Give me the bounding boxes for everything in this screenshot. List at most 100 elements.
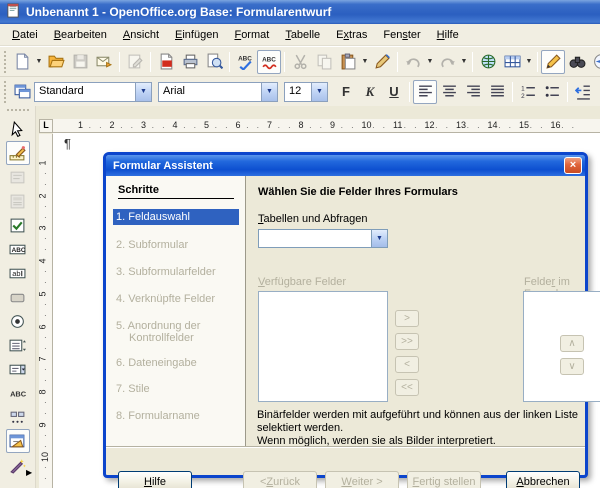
design-mode-icon[interactable] [541, 50, 565, 74]
new-document-icon[interactable] [10, 50, 34, 74]
toolbar-grip[interactable] [4, 51, 6, 73]
available-fields-list[interactable] [258, 291, 388, 402]
increase-indent-icon[interactable] [595, 80, 600, 104]
menu-bearbeiten[interactable]: Bearbeiten [46, 26, 115, 44]
select-icon[interactable] [6, 117, 30, 141]
ruler-number: 4 [173, 120, 178, 130]
ruler-number: 1 [78, 120, 83, 130]
menu-datei[interactable]: Datei [4, 26, 46, 44]
align-right-icon[interactable] [461, 80, 485, 104]
paste-dropdown-icon[interactable]: ▼ [360, 50, 370, 74]
align-center-icon[interactable] [437, 80, 461, 104]
paragraph-style-combo[interactable]: Standard ▼ [34, 82, 152, 102]
export-pdf-icon[interactable] [154, 50, 178, 74]
binary-fields-note: Binärfelder werden mit aufgeführt und kö… [257, 409, 593, 448]
menu-hilfe[interactable]: Hilfe [429, 26, 467, 44]
decrease-indent-icon[interactable] [571, 80, 595, 104]
insert-table-dropdown-icon[interactable]: ▼ [524, 50, 534, 74]
wizard-step-5[interactable]: 5. Anordnung der Kontrollfelder [113, 318, 239, 346]
menu-format[interactable]: Format [226, 26, 277, 44]
paragraph-style-value[interactable]: Standard [35, 83, 135, 101]
wizard-step-7[interactable]: 7. Stile [113, 381, 239, 397]
open-document-icon[interactable] [44, 50, 68, 74]
wizard-step-1[interactable]: 1. Feldauswahl [113, 209, 239, 225]
list-box-icon[interactable] [6, 333, 30, 357]
more-controls-icon[interactable] [6, 405, 30, 429]
ruler-number: 4 [39, 259, 48, 264]
wizard-step-4[interactable]: 4. Verknüpfte Felder [113, 291, 239, 307]
back-button: < Zurück [243, 471, 317, 488]
formatting-toolbar: Standard ▼ Arial ▼ 12 ▼ FKU12A [0, 76, 600, 106]
close-icon[interactable]: × [564, 157, 582, 174]
print-file-icon[interactable] [178, 50, 202, 74]
page-preview-icon[interactable] [202, 50, 226, 74]
toolbar-separator [229, 52, 230, 72]
insert-table-icon[interactable] [500, 50, 524, 74]
navigator-icon[interactable] [589, 50, 600, 74]
menu-fenster[interactable]: Fenster [375, 26, 428, 44]
ruler-number: 9 [39, 422, 48, 427]
tables-and-queries-combo[interactable]: ▼ [258, 229, 388, 248]
autospellcheck-icon[interactable]: ABC [257, 50, 281, 74]
paste-icon[interactable] [336, 50, 360, 74]
font-name-value[interactable]: Arial [159, 83, 261, 101]
dialog-title: Formular Assistent [113, 160, 564, 172]
ruler-number: 5 [39, 291, 48, 296]
font-size-value[interactable]: 12 [285, 83, 311, 101]
check-box-icon[interactable] [6, 213, 30, 237]
align-left-icon[interactable] [413, 80, 437, 104]
move-up-button: ∧ [560, 335, 584, 352]
italic[interactable]: K [358, 80, 382, 104]
toolbar-grip[interactable] [4, 81, 6, 103]
menu-extras[interactable]: Extras [328, 26, 375, 44]
finish-button: Fertig stellen [407, 471, 481, 488]
menu-tabelle[interactable]: Tabelle [277, 26, 328, 44]
tab-stop-selector[interactable]: L [39, 119, 53, 133]
bullet-list-icon[interactable] [540, 80, 564, 104]
text-box-icon[interactable]: ab [6, 261, 30, 285]
chevron-down-icon[interactable]: ▼ [311, 83, 327, 101]
vertical-ruler[interactable]: 1··2··3··4··5··6··7··8··9··10·· [39, 134, 53, 488]
format-paintbrush-icon[interactable] [370, 50, 394, 74]
chevron-down-icon[interactable]: ▼ [135, 83, 151, 101]
dialog-body: Schritte 1. Feldauswahl2. Subformular3. … [106, 176, 585, 475]
design-mode-toggle-icon[interactable] [6, 141, 30, 165]
form-design-icon[interactable] [6, 429, 30, 453]
label-field-icon[interactable]: ABC [6, 237, 30, 261]
wizard-step-2[interactable]: 2. Subformular [113, 237, 239, 253]
styles-icon[interactable] [10, 80, 34, 104]
menu-ansicht[interactable]: Ansicht [115, 26, 167, 44]
text-field-icon[interactable]: ABC [6, 381, 30, 405]
push-button-icon[interactable] [6, 285, 30, 309]
toolbar-separator [472, 52, 473, 72]
font-name-combo[interactable]: Arial ▼ [158, 82, 278, 102]
wizard-step-6[interactable]: 6. Dateneingabe [113, 355, 239, 371]
find-replace-icon[interactable] [565, 50, 589, 74]
move-all-right-button: >> [395, 333, 419, 350]
numbered-list-icon[interactable]: 12 [516, 80, 540, 104]
menu-einfgen[interactable]: Einfügen [167, 26, 226, 44]
dialog-title-bar[interactable]: Formular Assistent × [106, 155, 585, 176]
copy-icon [312, 50, 336, 74]
underline[interactable]: U [382, 80, 406, 104]
horizontal-ruler[interactable]: 1··2··3··4··5··6··7··8··9··10··11··12··1… [53, 119, 600, 133]
combo-box-icon[interactable] [6, 357, 30, 381]
wizard-step-8[interactable]: 8. Formularname [113, 408, 239, 424]
toolbar-separator [512, 82, 513, 102]
font-size-combo[interactable]: 12 ▼ [284, 82, 328, 102]
hyperlink-icon[interactable] [476, 50, 500, 74]
align-justify-icon[interactable] [485, 80, 509, 104]
email-document-icon[interactable] [92, 50, 116, 74]
bold[interactable]: F [334, 80, 358, 104]
help-button[interactable]: Hilfe [118, 471, 192, 488]
cut-icon [288, 50, 312, 74]
cancel-button[interactable]: Abbrechen [506, 471, 580, 488]
toolbar-grip[interactable] [7, 109, 29, 115]
option-button-icon[interactable] [6, 309, 30, 333]
spellcheck-icon[interactable]: ABC [233, 50, 257, 74]
chevron-down-icon[interactable]: ▼ [261, 83, 277, 101]
wizard-step-3[interactable]: 3. Subformularfelder [113, 264, 239, 280]
chevron-down-icon[interactable]: ▼ [371, 230, 387, 247]
tables-combo-value[interactable] [259, 230, 371, 247]
new-document-dropdown-icon[interactable]: ▼ [34, 50, 44, 74]
